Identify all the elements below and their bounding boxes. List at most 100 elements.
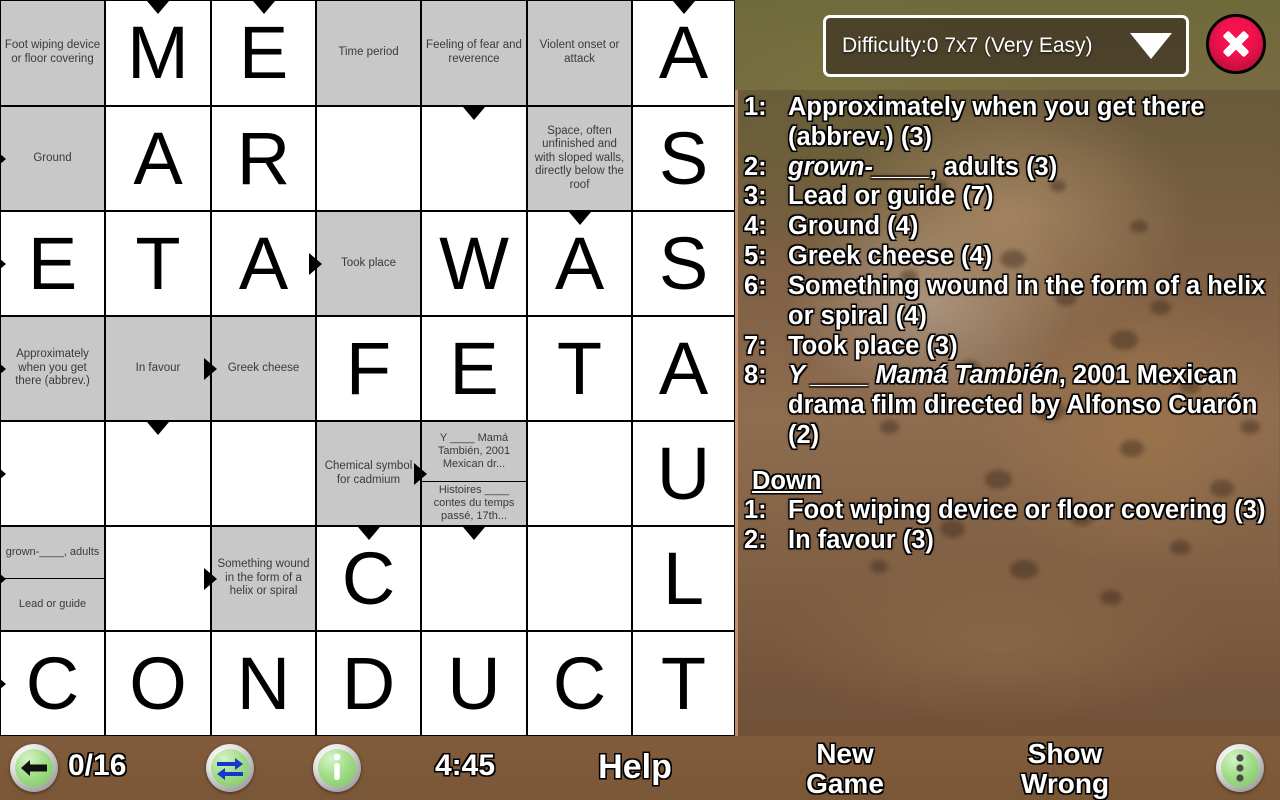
grid-cell-clue[interactable]: Feeling of fear and reverence — [421, 0, 527, 106]
grid-cell-letter[interactable]: A — [527, 211, 632, 316]
across-clue-item[interactable]: 5: Greek cheese (4) — [744, 242, 1274, 272]
grid-cell-letter[interactable]: A — [211, 211, 316, 316]
across-clue-item[interactable]: 6: Something wound in the form of a helix… — [744, 272, 1274, 332]
cell-clue-text: Histoires ____ contes du temps passé, 17… — [433, 484, 515, 523]
cell-clue-top[interactable]: grown-____, adults — [1, 527, 104, 579]
cell-letter: A — [238, 221, 289, 305]
new-game-button[interactable]: New Game — [755, 739, 935, 798]
grid-cell-empty[interactable] — [105, 421, 211, 526]
arrow-down-icon — [463, 107, 485, 120]
info-button[interactable] — [313, 744, 361, 792]
cell-clue-text: Ground — [33, 151, 72, 164]
grid-cell-letter[interactable]: F — [316, 316, 421, 421]
down-clue-item[interactable]: 1: Foot wiping device or floor covering (… — [744, 496, 1274, 526]
down-section-heading: Down — [752, 466, 822, 495]
grid-cell-letter[interactable]: N — [211, 631, 316, 736]
cell-letter — [528, 527, 631, 630]
show-wrong-button[interactable]: Show Wrong — [970, 739, 1160, 798]
grid-cell-letter[interactable]: E — [211, 0, 316, 106]
difficulty-dropdown[interactable]: Difficulty:0 7x7 (Very Easy) — [823, 15, 1189, 77]
grid-cell-letter[interactable]: O — [105, 631, 211, 736]
grid-cell-letter[interactable]: W — [421, 211, 527, 316]
close-button[interactable] — [1206, 14, 1266, 74]
across-clue-item[interactable]: 4: Ground (4) — [744, 212, 1274, 242]
grid-cell-clue-split[interactable]: grown-____, adults Lead or guide — [0, 526, 105, 631]
cell-letter: C — [25, 641, 80, 725]
grid-cell-letter[interactable]: A — [632, 0, 735, 106]
grid-cell-clue[interactable]: Foot wiping device or floor covering — [0, 0, 105, 106]
grid-cell-clue[interactable]: Time period — [316, 0, 421, 106]
cell-letter: A — [658, 326, 709, 410]
cell-letter: T — [556, 326, 603, 410]
swap-button[interactable] — [206, 744, 254, 792]
grid-cell-letter[interactable]: A — [105, 106, 211, 211]
grid-cell-letter[interactable]: E — [421, 316, 527, 421]
grid-cell-empty[interactable] — [527, 421, 632, 526]
cell-clue-bottom[interactable]: Histoires ____ contes du temps passé, 17… — [422, 482, 526, 525]
grid-cell-clue[interactable]: Violent onset or attack — [527, 0, 632, 106]
cell-letter: R — [236, 116, 291, 200]
grid-cell-letter[interactable]: D — [316, 631, 421, 736]
new-game-line-1: New — [816, 738, 874, 769]
grid-cell-letter[interactable]: S — [632, 106, 735, 211]
grid-cell-clue[interactable]: Greek cheese — [211, 316, 316, 421]
grid-cell-clue[interactable]: Took place — [316, 211, 421, 316]
grid-cell-empty[interactable] — [421, 106, 527, 211]
grid-cell-empty[interactable] — [0, 421, 105, 526]
across-clue-item[interactable]: 8: Y ____ Mamá También, 2001 Mexican dram… — [744, 361, 1274, 450]
grid-cell-empty[interactable] — [421, 526, 527, 631]
across-clue-item[interactable]: 7: Took place (3) — [744, 332, 1274, 362]
cell-letter: E — [449, 326, 499, 410]
grid-cell-letter[interactable]: U — [421, 631, 527, 736]
crossword-grid[interactable]: Foot wiping device or floor covering M E Ti… — [0, 0, 735, 736]
grid-cell-letter[interactable]: C — [527, 631, 632, 736]
grid-cell-letter[interactable]: M — [105, 0, 211, 106]
cell-clue-text: Approximately when you get there (abbrev… — [15, 348, 90, 388]
chevron-down-icon[interactable] — [1130, 33, 1172, 59]
grid-cell-letter[interactable]: T — [527, 316, 632, 421]
grid-cell-letter[interactable]: C — [0, 631, 105, 736]
cell-clue-bottom[interactable]: Lead or guide — [1, 579, 104, 630]
clue-list-panel[interactable]: 1: Approximately when you get there (abbr… — [735, 90, 1280, 736]
grid-cell-letter[interactable]: T — [105, 211, 211, 316]
grid-cell-clue-split[interactable]: Y ____ Mamá También, 2001 Mexican dr... H… — [421, 421, 527, 526]
cell-letter: C — [341, 536, 396, 620]
grid-cell-clue[interactable]: Approximately when you get there (abbrev… — [0, 316, 105, 421]
grid-cell-letter[interactable]: C — [316, 526, 421, 631]
menu-button[interactable] — [1216, 744, 1264, 792]
show-wrong-line-1: Show — [1027, 738, 1103, 769]
arrow-down-icon — [463, 527, 485, 540]
down-clue-item[interactable]: 2: In favour (3) — [744, 526, 1274, 556]
across-clue-item[interactable]: 3: Lead or guide (7) — [744, 182, 1274, 212]
arrow-down-icon — [568, 212, 591, 225]
grid-cell-clue[interactable]: Ground — [0, 106, 105, 211]
grid-cell-letter[interactable]: A — [632, 316, 735, 421]
back-button[interactable] — [10, 744, 58, 792]
clue-number: 2: — [744, 525, 767, 554]
cell-letter — [1, 422, 104, 525]
grid-cell-empty[interactable] — [527, 526, 632, 631]
grid-cell-letter[interactable]: S — [632, 211, 735, 316]
grid-cell-letter[interactable]: R — [211, 106, 316, 211]
grid-cell-clue[interactable]: In favour — [105, 316, 211, 421]
grid-cell-letter[interactable]: L — [632, 526, 735, 631]
cell-clue-text: Y ____ Mamá También, 2001 Mexican dr... — [437, 432, 511, 471]
cell-clue-text: Something wound in the form of a helix o… — [217, 558, 310, 598]
grid-cell-letter[interactable]: T — [632, 631, 735, 736]
grid-cell-clue[interactable]: Space, often unfinished and with sloped … — [527, 106, 632, 211]
cell-clue-top[interactable]: Y ____ Mamá También, 2001 Mexican dr... — [422, 422, 526, 483]
cell-letter: A — [554, 221, 605, 305]
cell-letter — [317, 107, 420, 210]
across-clue-item[interactable]: 2: grown-____, adults (3) — [744, 153, 1274, 183]
arrow-right-icon — [0, 672, 6, 695]
grid-cell-empty[interactable] — [211, 421, 316, 526]
grid-cell-clue[interactable]: Something wound in the form of a helix o… — [211, 526, 316, 631]
grid-cell-letter[interactable]: U — [632, 421, 735, 526]
grid-cell-letter[interactable]: E — [0, 211, 105, 316]
grid-cell-empty[interactable] — [105, 526, 211, 631]
grid-cell-clue[interactable]: Chemical symbol for cadmium — [316, 421, 421, 526]
across-clue-item[interactable]: 1: Approximately when you get there (abbr… — [744, 93, 1274, 153]
clue-text: Took place (3) — [788, 331, 958, 360]
grid-cell-empty[interactable] — [316, 106, 421, 211]
help-button[interactable]: Help — [545, 750, 725, 784]
